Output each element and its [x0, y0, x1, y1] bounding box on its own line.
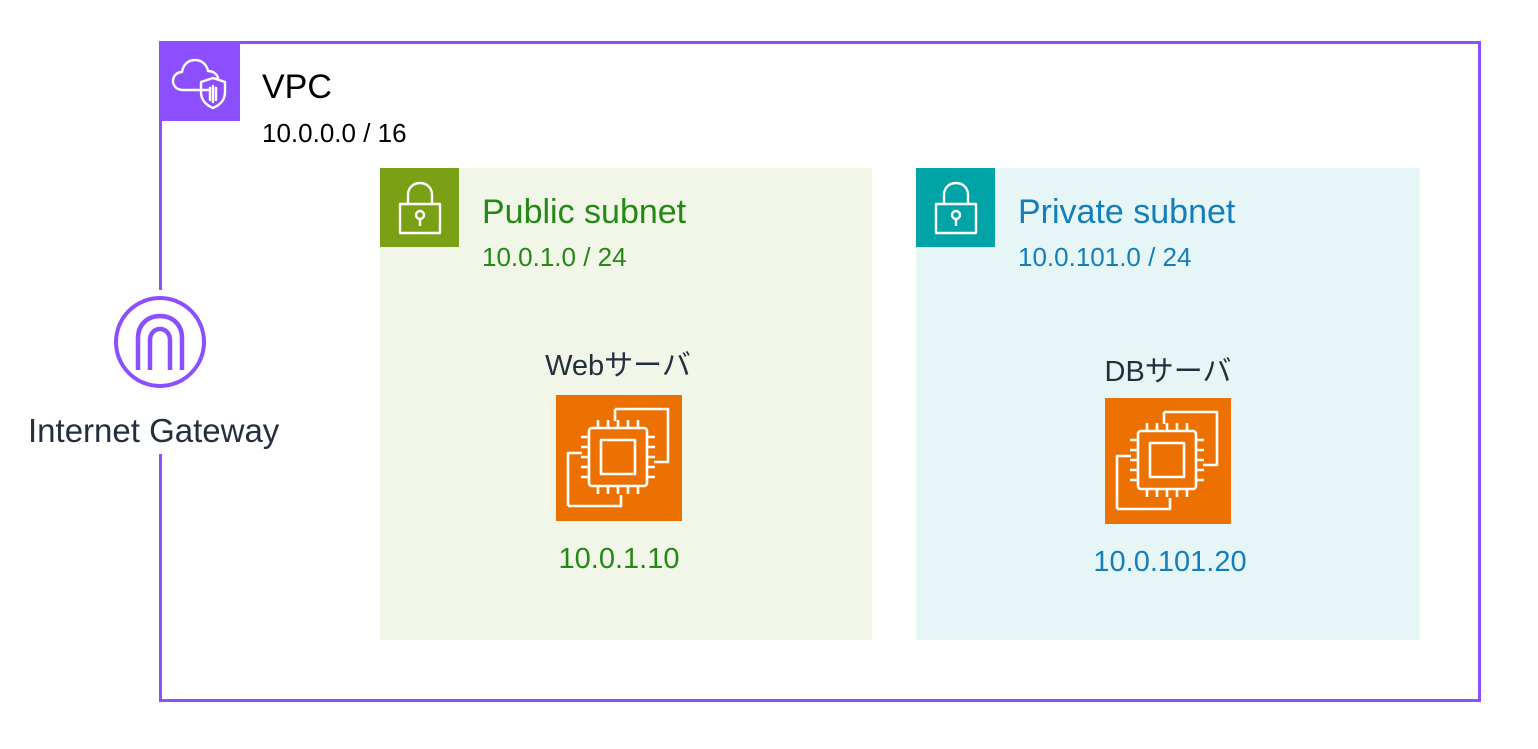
internet-gateway-label: Internet Gateway — [28, 412, 280, 449]
private-subnet-cidr: 10.0.101.0 / 24 — [1018, 242, 1192, 272]
private-subnet-title: Private subnet — [1018, 193, 1236, 231]
vpc-cidr: 10.0.0.0 / 16 — [262, 118, 407, 148]
web-server-ip: 10.0.1.10 — [558, 543, 680, 575]
public-subnet-cidr: 10.0.1.0 / 24 — [482, 242, 627, 272]
public-subnet-lock-icon — [380, 168, 459, 247]
private-subnet-lock-icon — [916, 168, 995, 247]
web-server-ec2-icon — [556, 395, 682, 521]
internet-gateway-icon — [112, 294, 208, 390]
db-server-label: DBサーバ — [1104, 356, 1232, 388]
db-server-ec2-icon — [1105, 398, 1231, 524]
web-server-label: Webサーバ — [545, 350, 691, 382]
vpc-cloud-shield-icon — [159, 41, 240, 121]
public-subnet-title: Public subnet — [482, 193, 687, 231]
vpc-title: VPC — [262, 68, 332, 106]
db-server-ip: 10.0.101.20 — [1093, 546, 1247, 578]
